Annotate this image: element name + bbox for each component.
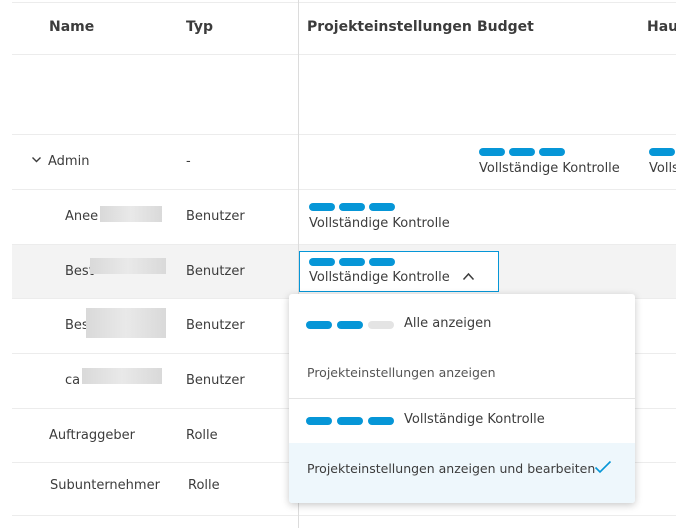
dropdown-option-alle-anzeigen[interactable]: Alle anzeigen Projekteinstellungen anzei… [289,294,635,398]
column-header-typ[interactable]: Typ [186,19,213,35]
divider [12,54,676,55]
table-header: Name Typ Projekteinstellungen Budget Hau [0,0,676,54]
divider [12,2,676,3]
permission-dropdown-menu: Alle anzeigen Projekteinstellungen anzei… [289,294,635,503]
row-type: Benutzer [186,264,245,279]
dropdown-option-vollstaendige-kontrolle[interactable]: Vollständige Kontrolle Projekteinstellun… [289,399,635,503]
row-type: Rolle [186,428,218,443]
divider [12,134,676,135]
budget-permission-label[interactable]: Vollständige Kontrolle [479,161,620,176]
row-type: Benutzer [186,318,245,333]
redacted-name [86,308,166,338]
redacted-name [100,206,162,222]
column-header-hau[interactable]: Hau [647,19,676,35]
divider [12,515,676,516]
row-name: Anee [65,209,99,224]
row-type: Rolle [188,478,220,493]
chevron-down-icon[interactable] [31,154,42,169]
row-name: Auftraggeber [49,428,135,443]
row-name: ca [65,373,81,388]
hau-permission-label[interactable]: Volls [649,161,676,176]
redacted-name [90,258,166,274]
divider [12,244,676,245]
projekt-permission-label: Vollständige Kontrolle [309,270,450,285]
divider [12,189,676,190]
projekt-permission-label[interactable]: Vollständige Kontrolle [309,216,450,231]
column-header-budget[interactable]: Budget [477,19,534,35]
row-name: Admin [48,154,90,169]
column-header-name[interactable]: Name [49,19,94,35]
row-type: Benutzer [186,209,245,224]
chevron-up-icon[interactable] [462,266,475,285]
check-icon [594,459,612,478]
option-label: Alle anzeigen [404,316,492,331]
row-name: Subunternehmer [50,478,160,493]
option-description: Projekteinstellungen anzeigen [307,365,496,380]
row-type: - [186,154,191,169]
option-description: Projekteinstellungen anzeigen und bearbe… [307,461,596,476]
permission-select[interactable]: Vollständige Kontrolle [299,251,499,292]
redacted-name [82,368,162,384]
option-label: Vollständige Kontrolle [404,412,545,427]
column-header-projekteinstellungen[interactable]: Projekteinstellungen [307,19,472,35]
row-type: Benutzer [186,373,245,388]
